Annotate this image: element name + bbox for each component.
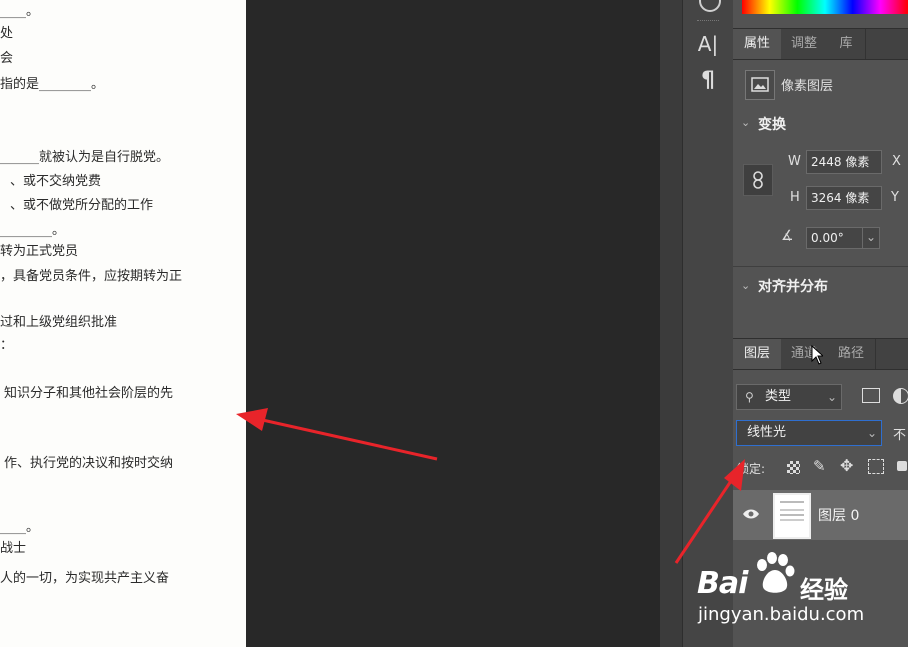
arrow-to-document xyxy=(257,417,438,461)
arrow-head-left xyxy=(236,408,268,431)
arrow-to-blend-mode xyxy=(674,474,737,564)
annotation-arrows xyxy=(236,408,745,564)
